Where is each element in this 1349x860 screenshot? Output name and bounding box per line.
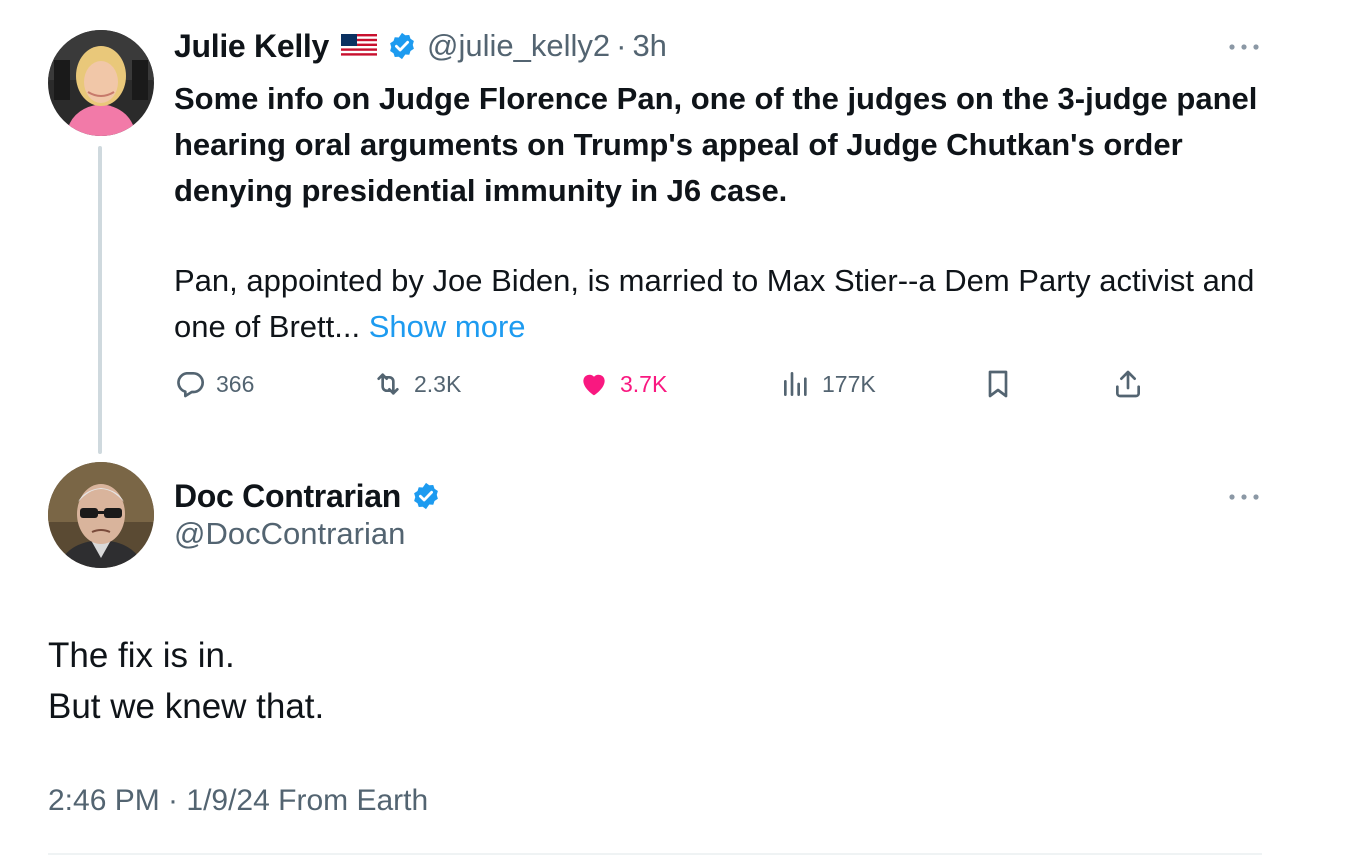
- avatar-julie-kelly[interactable]: [48, 30, 154, 136]
- us-flag-icon: [341, 34, 377, 58]
- author-handle[interactable]: @julie_kelly2: [427, 28, 610, 64]
- tweet-actions-bar: 366 2.3K 3.7K 177K: [174, 364, 1174, 404]
- reply-button[interactable]: 366: [174, 364, 254, 404]
- reply-text-line-1: The fix is in.: [48, 636, 235, 675]
- tweet-text-bold: Some info on Judge Florence Pan, one of …: [174, 81, 1258, 208]
- reply-icon: [177, 372, 204, 398]
- repost-icon: [377, 373, 399, 395]
- author-handle[interactable]: @DocContrarian: [174, 516, 405, 552]
- reply-count: 366: [216, 370, 255, 397]
- heart-icon: [583, 374, 605, 396]
- thread-connector-line: [98, 146, 102, 454]
- reply-header: Doc Contrarian: [174, 474, 441, 518]
- more-options-icon[interactable]: [1228, 490, 1260, 502]
- avatar-image: [48, 462, 154, 568]
- verified-badge-icon: [411, 481, 441, 511]
- author-name[interactable]: Doc Contrarian: [174, 478, 401, 515]
- verified-badge-icon: [387, 31, 417, 61]
- tweet-text-normal: Pan, appointed by Joe Biden, is married …: [174, 263, 1255, 344]
- show-more-link[interactable]: Show more: [369, 309, 526, 344]
- views-chart-icon: [784, 372, 807, 396]
- repost-button[interactable]: 2.3K: [372, 364, 461, 404]
- avatar-image: [48, 30, 154, 136]
- views-count: 177K: [822, 370, 876, 397]
- bookmark-icon: [988, 370, 1008, 398]
- more-options-icon[interactable]: [1228, 40, 1260, 52]
- bookmark-button[interactable]: [982, 364, 1024, 404]
- like-button[interactable]: 3.7K: [578, 364, 667, 404]
- divider: [48, 853, 1262, 855]
- tweet-header: Julie Kelly @julie_kelly2 · 3h: [174, 24, 667, 68]
- share-icon: [1116, 370, 1140, 398]
- share-button[interactable]: [1112, 364, 1154, 404]
- separator-dot: ·: [616, 28, 627, 63]
- author-name[interactable]: Julie Kelly: [174, 28, 329, 65]
- repost-count: 2.3K: [414, 370, 462, 397]
- like-count: 3.7K: [620, 370, 668, 397]
- views-button[interactable]: 177K: [780, 364, 876, 404]
- time-ago[interactable]: 3h: [632, 28, 666, 64]
- reply-text-line-2: But we knew that.: [48, 687, 325, 726]
- tweet-timestamp[interactable]: 2:46 PM · 1/9/24 From Earth: [48, 784, 428, 818]
- tweet-text: Pan, appointed by Joe Biden, is married …: [174, 258, 1274, 350]
- reply-text: The fix is in. But we knew that.: [48, 630, 324, 732]
- avatar-doc-contrarian[interactable]: [48, 462, 154, 568]
